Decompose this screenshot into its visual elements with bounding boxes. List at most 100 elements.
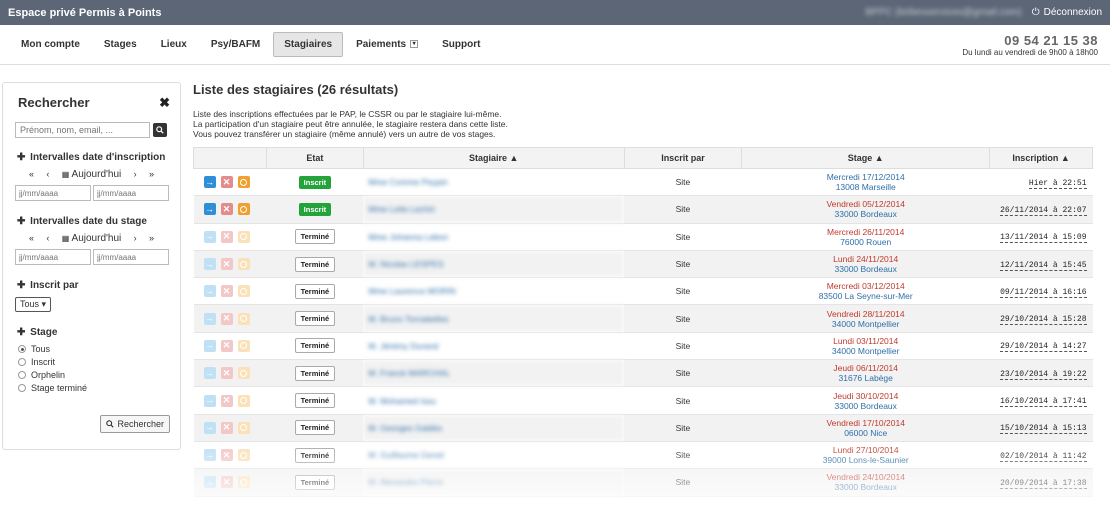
transfer-arrow-icon[interactable]: → xyxy=(203,203,216,216)
transfer-arrow-icon[interactable]: → xyxy=(203,176,216,189)
cancel-x-icon[interactable]: ✕ xyxy=(220,258,233,271)
stage-cell[interactable]: Mercredi 03/12/2014 83500 La Seyne-sur-Me… xyxy=(741,277,990,306)
status-ring-icon[interactable] xyxy=(237,421,250,434)
search-button[interactable]: Rechercher xyxy=(100,415,170,433)
status-ring-icon[interactable] xyxy=(237,285,250,298)
inscription-date-to[interactable] xyxy=(93,185,169,201)
radio-button[interactable] xyxy=(18,371,26,379)
cancel-x-icon[interactable]: ✕ xyxy=(220,421,233,434)
stage-cell[interactable]: Vendredi 05/12/2014 33000 Bordeaux xyxy=(741,195,990,224)
stage-cell[interactable]: Lundi 03/11/2014 34000 Montpellier xyxy=(741,332,990,361)
col-stage[interactable]: Stage ▲ xyxy=(741,147,991,169)
status-ring-icon[interactable] xyxy=(237,476,250,489)
row-actions: → ✕ xyxy=(193,250,267,279)
cancel-x-icon[interactable]: ✕ xyxy=(220,312,233,325)
stage-cell[interactable]: Lundi 27/10/2014 39000 Lons-le-Saunier xyxy=(741,441,990,470)
cancel-x-icon[interactable]: ✕ xyxy=(220,339,233,352)
transfer-arrow-icon[interactable]: → xyxy=(203,285,216,298)
stage-date-from[interactable] xyxy=(15,249,91,265)
status-ring-icon[interactable] xyxy=(237,394,250,407)
stagiaire-name-link[interactable]: M. Jérémy Durand xyxy=(363,332,625,361)
radio-inscrit[interactable]: Inscrit xyxy=(18,357,170,367)
search-icon[interactable] xyxy=(153,123,167,137)
close-icon[interactable]: ✖ xyxy=(159,95,170,111)
stage-cell[interactable]: Mercredi 17/12/2014 13008 Marseille xyxy=(741,168,990,197)
today-button[interactable]: ▦ Aujourd'hui xyxy=(62,233,122,244)
stage-cell[interactable]: Vendredi 28/11/2014 34000 Montpellier xyxy=(741,304,990,333)
account-email[interactable]: BPPC (bribesservices@gmail.com) xyxy=(865,7,1021,18)
status-ring-icon[interactable] xyxy=(237,312,250,325)
nav-prev-button[interactable]: ‹ xyxy=(46,233,49,244)
stagiaire-name-link[interactable]: Mme Corinne Peypin xyxy=(363,168,625,197)
nav-next-button[interactable]: › xyxy=(134,169,137,180)
nav-next-button[interactable]: › xyxy=(134,233,137,244)
cancel-x-icon[interactable]: ✕ xyxy=(220,203,233,216)
transfer-arrow-icon[interactable]: → xyxy=(203,476,216,489)
radio-button[interactable] xyxy=(18,358,26,366)
stage-cell[interactable]: Vendredi 24/10/2014 33000 Bordeaux xyxy=(741,468,990,497)
stagiaire-name-link[interactable]: M. Franck MARCHAL xyxy=(363,359,625,388)
col-stagiaire[interactable]: Stagiaire ▲ xyxy=(362,147,625,169)
tab-stages[interactable]: Stages xyxy=(93,32,148,57)
nav-first-button[interactable]: « xyxy=(29,169,34,180)
stagiaire-name-link[interactable]: Mme Leila Lachiri xyxy=(363,195,625,224)
stage-cell[interactable]: Lundi 24/11/2014 33000 Bordeaux xyxy=(741,250,990,279)
transfer-arrow-icon[interactable]: → xyxy=(203,421,216,434)
radio-stage-termine[interactable]: Stage terminé xyxy=(18,383,170,393)
status-ring-icon[interactable] xyxy=(237,367,250,380)
logout-link[interactable]: ⏻ Déconnexion xyxy=(1032,7,1102,18)
tab-support[interactable]: Support xyxy=(431,32,491,57)
stage-cell[interactable]: Vendredi 17/10/2014 06000 Nice xyxy=(741,414,990,442)
stagiaire-name-link[interactable]: M. Nicolas LESPES xyxy=(363,250,625,279)
tab-stagiaires[interactable]: Stagiaires xyxy=(273,32,344,57)
stagiaire-name-link[interactable]: M. Georges Galdès xyxy=(363,414,625,442)
tab-lieux[interactable]: Lieux xyxy=(150,32,198,57)
transfer-arrow-icon[interactable]: → xyxy=(203,339,216,352)
status-ring-icon[interactable] xyxy=(237,339,250,352)
status-ring-icon[interactable] xyxy=(237,203,250,216)
cancel-x-icon[interactable]: ✕ xyxy=(220,285,233,298)
transfer-arrow-icon[interactable]: → xyxy=(203,258,216,271)
transfer-arrow-icon[interactable]: → xyxy=(203,367,216,380)
stagiaire-name-link[interactable]: M. Bruno Tornabelles xyxy=(363,304,625,333)
radio-tous[interactable]: Tous xyxy=(18,344,170,354)
transfer-arrow-icon[interactable]: → xyxy=(203,312,216,325)
status-ring-icon[interactable] xyxy=(237,449,250,462)
stage-cell[interactable]: Mercredi 26/11/2014 76000 Rouen xyxy=(741,223,990,251)
tab-psy-bafm[interactable]: Psy/BAFM xyxy=(200,32,271,57)
nav-first-button[interactable]: « xyxy=(29,233,34,244)
cancel-x-icon[interactable]: ✕ xyxy=(220,476,233,489)
stagiaire-name-link[interactable]: M. Mohamed Issu xyxy=(363,386,625,415)
search-input[interactable] xyxy=(15,122,150,138)
transfer-arrow-icon[interactable]: → xyxy=(203,449,216,462)
cancel-x-icon[interactable]: ✕ xyxy=(220,367,233,380)
cancel-x-icon[interactable]: ✕ xyxy=(220,230,233,243)
stage-cell[interactable]: Jeudi 30/10/2014 33000 Bordeaux xyxy=(741,386,990,415)
radio-button[interactable] xyxy=(18,384,26,392)
status-ring-icon[interactable] xyxy=(237,230,250,243)
nav-last-button[interactable]: » xyxy=(149,233,154,244)
cancel-x-icon[interactable]: ✕ xyxy=(220,176,233,189)
cancel-x-icon[interactable]: ✕ xyxy=(220,449,233,462)
stage-date-to[interactable] xyxy=(93,249,169,265)
stage-cell[interactable]: Jeudi 06/11/2014 31676 Labège xyxy=(741,359,990,388)
inscrit-par-select[interactable]: Tous ▾ xyxy=(15,297,52,312)
cancel-x-icon[interactable]: ✕ xyxy=(220,394,233,407)
col-inscription[interactable]: Inscription ▲ xyxy=(989,147,1093,169)
radio-button[interactable] xyxy=(18,345,26,353)
stagiaire-name-link[interactable]: M. Alexandre Pierre xyxy=(363,468,625,497)
stagiaire-name-link[interactable]: Mme Laurence MORIN xyxy=(363,277,625,306)
nav-prev-button[interactable]: ‹ xyxy=(46,169,49,180)
status-ring-icon[interactable] xyxy=(237,176,250,189)
transfer-arrow-icon[interactable]: → xyxy=(203,230,216,243)
inscription-date-from[interactable] xyxy=(15,185,91,201)
stagiaire-name-link[interactable]: Mme Johanna Lebon xyxy=(363,223,625,251)
status-ring-icon[interactable] xyxy=(237,258,250,271)
radio-orphelin[interactable]: Orphelin xyxy=(18,370,170,380)
transfer-arrow-icon[interactable]: → xyxy=(203,394,216,407)
today-button[interactable]: ▦ Aujourd'hui xyxy=(62,169,122,180)
tab-mon-compte[interactable]: Mon compte xyxy=(10,32,91,57)
nav-last-button[interactable]: » xyxy=(149,169,154,180)
tab-paiements[interactable]: Paiements ▾ xyxy=(345,32,429,57)
stagiaire-name-link[interactable]: M. Guillaume Genet xyxy=(363,441,625,470)
